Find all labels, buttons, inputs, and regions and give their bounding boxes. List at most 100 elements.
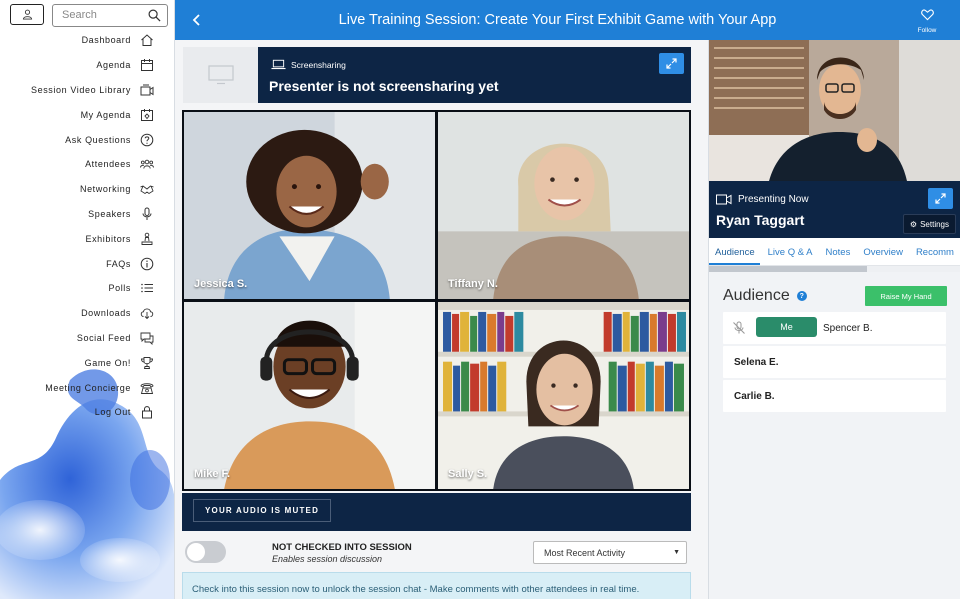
right-panel: Presenting Now Ryan Taggart ⚙ Settings A…	[709, 40, 960, 599]
mic-muted-icon[interactable]	[732, 321, 746, 335]
nav-item-label: Game On!	[84, 357, 131, 368]
video-camera-icon	[716, 194, 732, 205]
participant-tile[interactable]: Jessica S.	[184, 112, 435, 299]
checkin-toggle[interactable]	[185, 541, 226, 563]
participant-video	[438, 302, 689, 489]
participant-tile[interactable]: Sally S.	[438, 302, 689, 489]
presenter-video	[709, 40, 960, 181]
participant-name: Sally S.	[448, 468, 488, 480]
participant-tile[interactable]: Mike F.	[184, 302, 435, 489]
nav-item-label: FAQs	[106, 258, 131, 269]
nav-item-label: Exhibitors	[85, 233, 131, 244]
monitor-icon	[207, 65, 234, 85]
nav-item-label: Polls	[108, 283, 131, 294]
checkin-row: NOT CHECKED INTO SESSION Enables session…	[175, 531, 709, 569]
follow-button[interactable]: Follow	[912, 8, 942, 34]
screenshare-thumbnail	[183, 47, 258, 103]
audience-member-name: Carlie B.	[734, 390, 775, 402]
participant-video	[184, 112, 435, 299]
toggle-knob	[187, 543, 205, 561]
profile-button[interactable]	[10, 4, 44, 25]
participant-name: Jessica S.	[194, 278, 248, 290]
nav-item-label: Social Feed	[76, 332, 131, 343]
expand-screenshare-button[interactable]	[659, 53, 684, 74]
presenting-now-bar: Presenting Now Ryan Taggart ⚙ Settings	[709, 181, 960, 238]
nav-item-label: Agenda	[96, 60, 131, 71]
nav-item-meeting-concierge[interactable]: Meeting Concierge	[0, 375, 174, 400]
audience-member-name: Spencer B.	[823, 322, 873, 334]
top-bar: Live Training Session: Create Your First…	[175, 0, 960, 40]
tab-recommended[interactable]: Recomm	[910, 238, 960, 265]
nav-item-label: Dashboard	[81, 35, 131, 46]
screenshare-bar: Screensharing Presenter is not screensha…	[258, 47, 691, 103]
screenshare-message: Presenter is not screensharing yet	[269, 78, 499, 94]
audience-row[interactable]: Carlie B.	[723, 380, 946, 412]
gear-icon: ⚙	[909, 219, 918, 229]
nav-item-ask-questions[interactable]: Ask Questions	[0, 127, 174, 152]
audio-status-bar: YOUR AUDIO IS MUTED	[182, 493, 691, 531]
audience-row[interactable]: Selena E.	[723, 346, 946, 378]
participant-video	[184, 302, 435, 489]
nav-item-label: Networking	[79, 184, 131, 195]
tab-live-qa[interactable]: Live Q & A	[762, 238, 820, 265]
me-badge: Me	[756, 317, 817, 337]
expand-icon	[935, 193, 946, 204]
sidebar: Dashboard Agenda Session Video Library M…	[0, 0, 175, 599]
nav-item-faqs[interactable]: FAQs	[0, 251, 174, 276]
tab-audience[interactable]: Audience	[709, 238, 762, 265]
nav-item-networking[interactable]: Networking	[0, 177, 174, 202]
laptop-icon	[271, 59, 286, 70]
search-input[interactable]	[62, 9, 142, 21]
nav-item-my-agenda[interactable]: My Agenda	[0, 102, 174, 127]
info-icon	[140, 257, 153, 270]
audience-member-name: Selena E.	[734, 356, 779, 368]
back-button[interactable]	[187, 10, 207, 30]
tab-overview[interactable]: Overview	[857, 238, 910, 265]
nav-item-label: My Agenda	[80, 109, 131, 120]
trophy-icon	[140, 356, 153, 369]
search-box[interactable]	[52, 4, 168, 27]
presenter-name: Ryan Taggart	[716, 212, 805, 228]
panel-tabs: Audience Live Q & A Notes Overview Recom…	[709, 238, 960, 266]
nav-item-polls[interactable]: Polls	[0, 276, 174, 301]
nav-item-game-on[interactable]: Game On!	[0, 350, 174, 375]
attendees-icon	[139, 160, 154, 169]
nav-item-dashboard[interactable]: Dashboard	[0, 28, 174, 53]
heart-icon	[920, 9, 934, 21]
help-icon[interactable]: ?	[796, 291, 807, 301]
download-icon	[140, 308, 153, 320]
participant-video	[438, 112, 689, 299]
checkin-info-banner: Check into this session now to unlock th…	[182, 572, 691, 599]
participant-tile[interactable]: Tiffany N.	[438, 112, 689, 299]
nav-item-label: Speakers	[88, 208, 131, 219]
nav-item-downloads[interactable]: Downloads	[0, 301, 174, 326]
raise-hand-button[interactable]: Raise My Hand	[865, 286, 947, 306]
participant-video-grid: Jessica S. Tiffany N. Mike F. Sally S.	[182, 110, 691, 491]
main-stage: Screensharing Presenter is not screensha…	[175, 40, 709, 599]
audio-muted-button[interactable]: YOUR AUDIO IS MUTED	[193, 499, 332, 522]
expand-presenter-button[interactable]	[928, 188, 953, 209]
tab-notes[interactable]: Notes	[820, 238, 858, 265]
microphone-icon	[142, 207, 151, 220]
nav-item-agenda[interactable]: Agenda	[0, 53, 174, 78]
caret-down-icon: ▼	[673, 549, 680, 556]
settings-label: Settings	[920, 219, 949, 229]
checkin-subtitle: Enables session discussion	[272, 554, 383, 564]
expand-icon	[666, 58, 677, 69]
nav-item-exhibitors[interactable]: Exhibitors	[0, 226, 174, 251]
nav-item-log-out[interactable]: Log Out	[0, 400, 174, 425]
settings-button[interactable]: ⚙ Settings	[902, 214, 956, 234]
nav-item-social-feed[interactable]: Social Feed	[0, 326, 174, 351]
nav-item-attendees[interactable]: Attendees	[0, 152, 174, 177]
audience-title: Audience	[723, 287, 790, 304]
nav-item-label: Ask Questions	[65, 134, 131, 145]
audience-panel: Audience ? Raise My Hand Me Spencer B. S…	[709, 272, 960, 599]
audience-row-me: Me Spencer B.	[723, 312, 946, 344]
nav-item-speakers[interactable]: Speakers	[0, 202, 174, 227]
sort-selected-value: Most Recent Activity	[544, 547, 626, 558]
participant-name: Tiffany N.	[448, 278, 498, 290]
nav-item-session-video-library[interactable]: Session Video Library	[0, 78, 174, 103]
activity-sort-select[interactable]: Most Recent Activity ▼	[533, 541, 687, 564]
search-icon[interactable]	[148, 9, 161, 22]
chevron-left-icon	[192, 14, 200, 26]
